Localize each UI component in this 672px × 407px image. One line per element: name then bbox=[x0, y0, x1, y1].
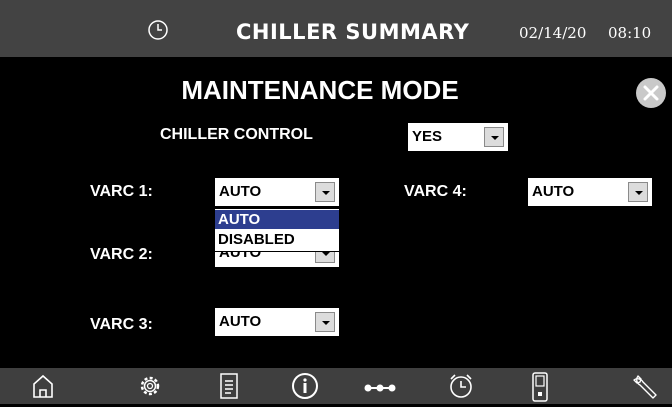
varc4-select[interactable]: AUTO bbox=[527, 177, 653, 207]
close-icon bbox=[643, 85, 659, 101]
dropdown-option-disabled[interactable]: DISABLED bbox=[215, 230, 339, 249]
varc4-value: AUTO bbox=[532, 183, 575, 200]
settings-gear-icon[interactable] bbox=[137, 372, 163, 405]
chevron-down-icon[interactable] bbox=[628, 182, 648, 202]
home-icon[interactable] bbox=[30, 372, 56, 405]
header-title: CHILLER SUMMARY bbox=[236, 20, 470, 44]
chevron-down-icon[interactable] bbox=[315, 312, 335, 332]
info-icon[interactable] bbox=[290, 372, 320, 405]
header-time: 08:10 bbox=[608, 24, 652, 42]
chiller-control-select[interactable]: YES bbox=[407, 122, 509, 152]
varc4-label: VARC 4: bbox=[404, 183, 467, 200]
close-button[interactable] bbox=[636, 78, 666, 108]
more-dots-icon[interactable] bbox=[360, 372, 400, 405]
varc3-label: VARC 3: bbox=[90, 316, 153, 333]
device-icon[interactable] bbox=[530, 372, 550, 407]
header-date: 02/14/20 bbox=[519, 24, 587, 42]
varc2-label: VARC 2: bbox=[90, 246, 153, 263]
page-title: MAINTENANCE MODE bbox=[181, 75, 459, 105]
chiller-control-value: YES bbox=[412, 128, 443, 145]
clock-icon bbox=[147, 19, 169, 41]
varc1-value: AUTO bbox=[219, 183, 262, 200]
chevron-down-icon[interactable] bbox=[484, 127, 504, 147]
varc3-select[interactable]: AUTO bbox=[214, 307, 340, 337]
varc1-dropdown-list: AUTO DISABLED bbox=[214, 208, 340, 252]
chevron-down-icon[interactable] bbox=[315, 182, 335, 202]
varc1-label: VARC 1: bbox=[90, 183, 153, 200]
document-icon[interactable] bbox=[218, 372, 240, 405]
bottom-nav-bar bbox=[0, 368, 672, 404]
chiller-control-label: CHILLER CONTROL bbox=[160, 126, 313, 143]
dropdown-option-auto[interactable]: AUTO bbox=[215, 210, 339, 229]
varc1-select[interactable]: AUTO bbox=[214, 177, 340, 207]
wrench-icon[interactable] bbox=[630, 372, 660, 407]
alarm-clock-icon[interactable] bbox=[446, 372, 476, 405]
varc3-value: AUTO bbox=[219, 313, 262, 330]
header-bar: CHILLER SUMMARY 02/14/20 08:10 bbox=[0, 0, 672, 57]
